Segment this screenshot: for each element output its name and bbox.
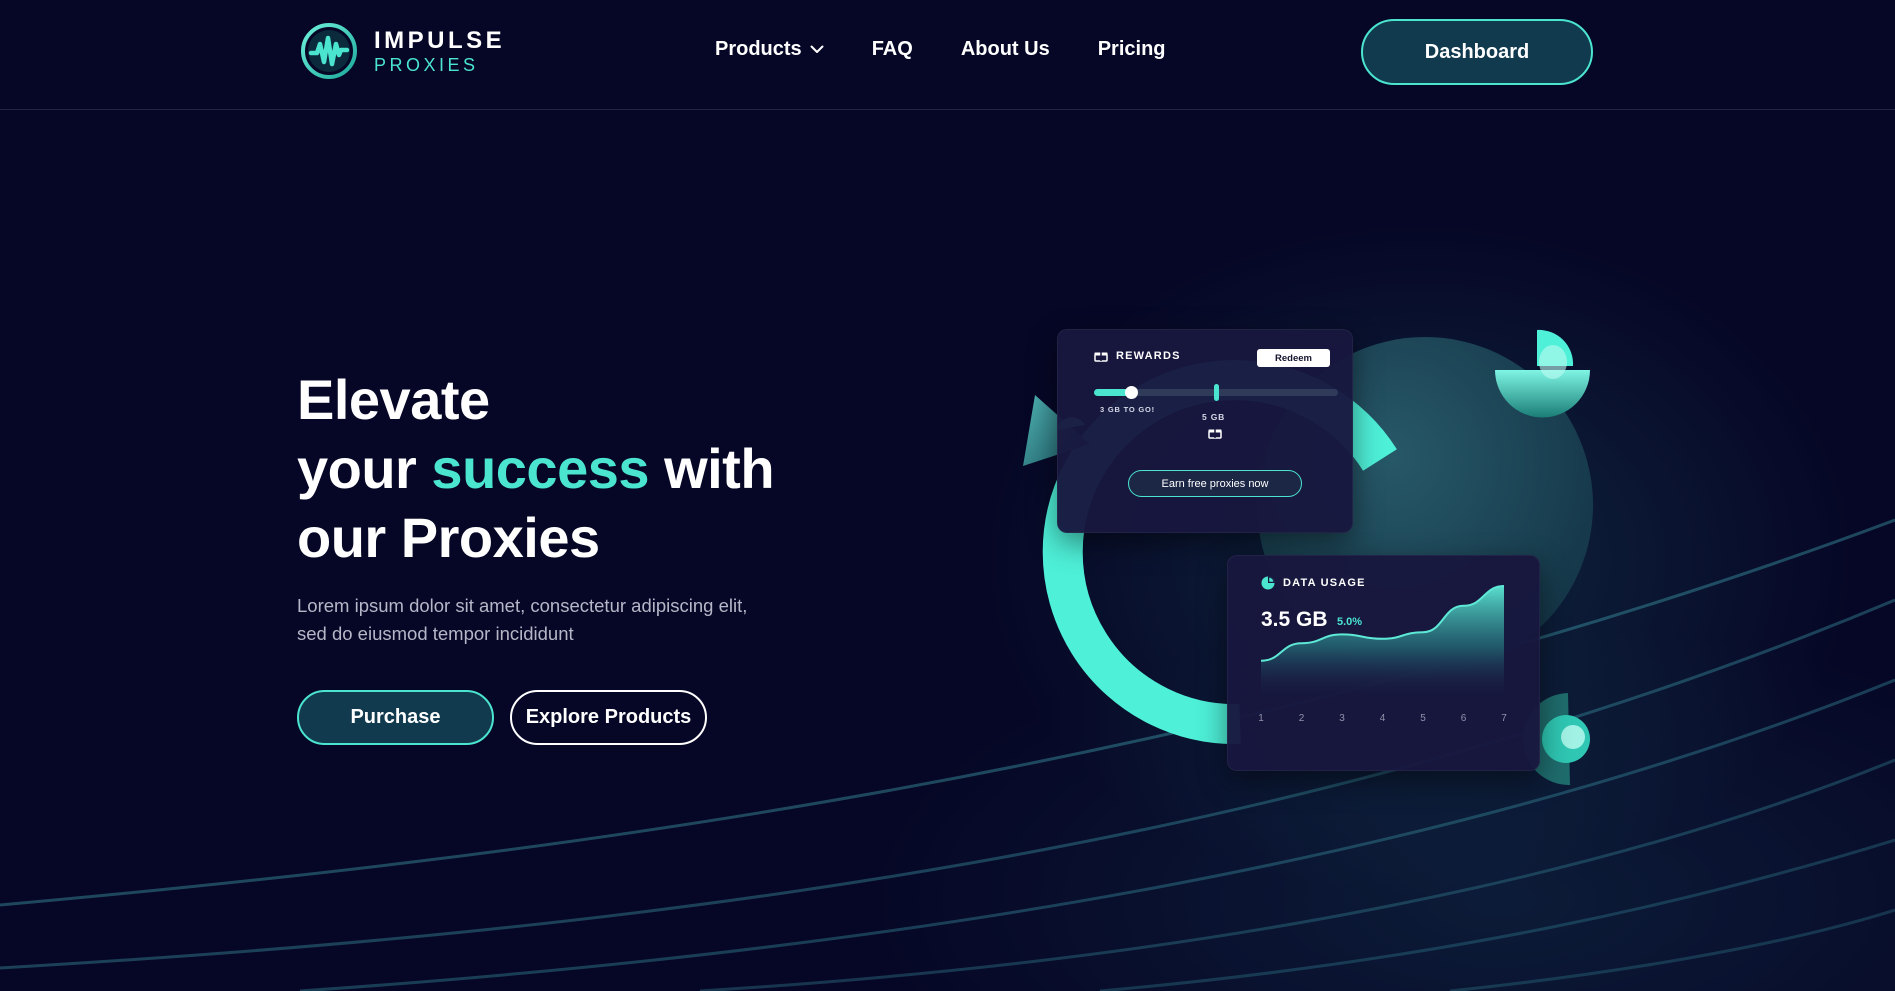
explore-products-button[interactable]: Explore Products: [510, 690, 707, 745]
hero-subtitle: Lorem ipsum dolor sit amet, consectetur …: [297, 595, 748, 644]
rewards-title: REWARDS: [1116, 350, 1181, 362]
brand-logo[interactable]: IMPULSE PROXIES: [300, 22, 505, 80]
data-usage-chart: 1 2 3 4 5 6 7: [1258, 585, 1507, 724]
rewards-progress-bar: [1094, 384, 1338, 401]
nav-faq[interactable]: FAQ: [872, 38, 913, 61]
x-tick-label: 7: [1501, 713, 1507, 724]
nav-about-us[interactable]: About Us: [961, 38, 1050, 61]
nav-products-label: Products: [715, 38, 802, 60]
rewards-card: REWARDS Redeem 3 GB TO GO! 5 GB Earn fre…: [1057, 329, 1353, 533]
x-tick-label: 6: [1461, 713, 1467, 724]
rewards-progress-label: 3 GB TO GO!: [1100, 405, 1155, 414]
hero-title-line1: Elevate: [297, 368, 490, 431]
hero-title: Elevate your success with our Proxies: [297, 365, 775, 572]
x-tick-label: 2: [1299, 713, 1305, 724]
nav-products[interactable]: Products: [715, 38, 824, 61]
x-tick-label: 4: [1380, 713, 1386, 724]
redeem-button[interactable]: Redeem: [1257, 349, 1330, 367]
dashboard-button[interactable]: Dashboard: [1361, 19, 1593, 85]
purchase-button[interactable]: Purchase: [297, 690, 494, 745]
background-swoosh-lines: [0, 518, 1895, 991]
pulse-logo-icon: [301, 23, 357, 79]
bowl-top-sphere: [1537, 329, 1574, 366]
usage-area: [1261, 586, 1504, 696]
hero-title-line2-end: with: [664, 437, 775, 500]
data-usage-card: DATA USAGE 3.5 GB 5.0% 1234567: [1227, 555, 1540, 771]
rewards-card-header: REWARDS: [1094, 350, 1181, 362]
hero-title-line2-start: your: [297, 437, 417, 500]
nav-pricing[interactable]: Pricing: [1098, 38, 1166, 61]
background-glow: [0, 0, 1895, 991]
x-tick-label: 5: [1420, 713, 1426, 724]
hero-illustration: [1023, 329, 1593, 786]
rewards-goal-label: 5 GB: [1202, 412, 1226, 422]
gift-icon: [1094, 352, 1108, 362]
site-header: IMPULSE PROXIES Products FAQ About Us Pr…: [0, 0, 1895, 110]
brand-name: IMPULSE: [374, 26, 506, 54]
main-nav: Products FAQ About Us Pricing: [715, 38, 1214, 61]
bowl-shape: [1495, 370, 1590, 418]
hero-title-line3: our Proxies: [297, 506, 600, 569]
brand-subname: PROXIES: [374, 54, 479, 75]
gift-icon: [1208, 429, 1222, 439]
x-tick-label: 1: [1258, 713, 1264, 724]
hero-title-accent: success: [431, 437, 649, 500]
x-tick-label: 3: [1339, 713, 1345, 724]
chevron-down-icon: [810, 45, 824, 53]
rewards-progress-knob: [1124, 386, 1138, 399]
rewards-goal-marker: [1214, 384, 1219, 401]
earn-free-proxies-button[interactable]: Earn free proxies now: [1128, 470, 1302, 497]
